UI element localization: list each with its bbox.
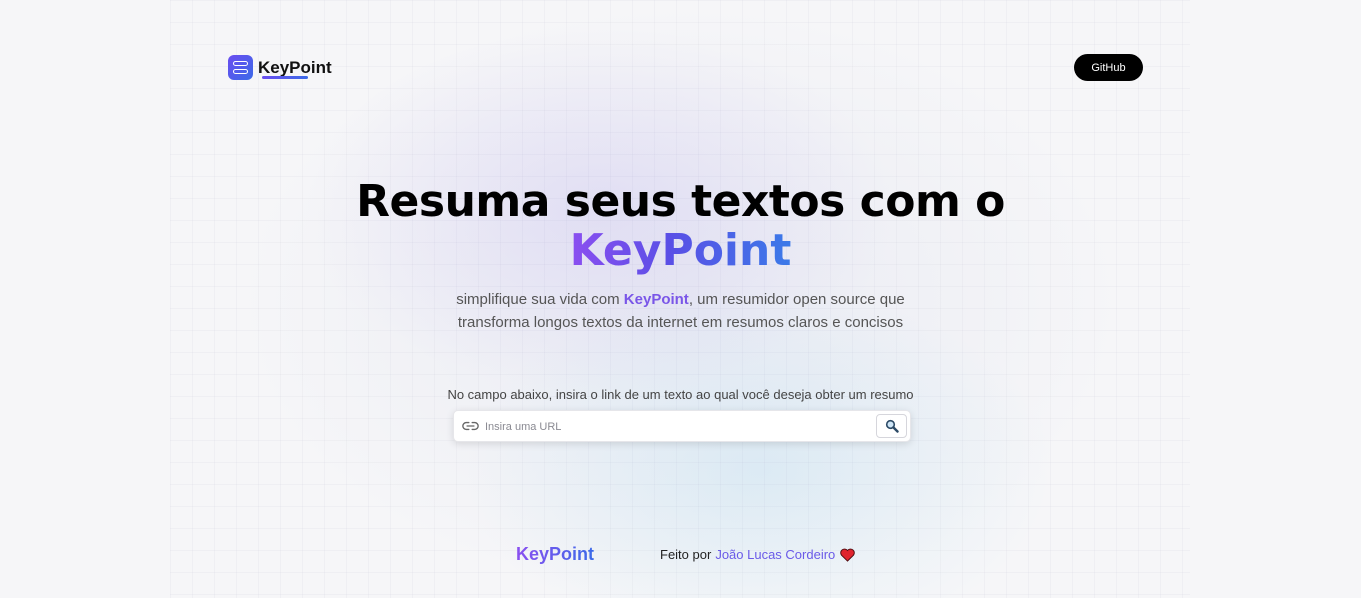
- search-button[interactable]: [876, 414, 907, 438]
- logo-icon: [228, 55, 253, 80]
- footer-credit: Feito por João Lucas Cordeiro: [660, 547, 856, 562]
- search-prompt: No campo abaixo, insira o link de um tex…: [447, 387, 914, 402]
- footer: KeyPoint Feito por João Lucas Cordeiro: [516, 543, 856, 567]
- github-button[interactable]: GitHub: [1074, 54, 1143, 81]
- hero-title-brand: KeyPoint: [569, 225, 792, 276]
- description-line2: transforma longos textos da internet em …: [457, 314, 904, 331]
- credit-prefix: Feito por: [660, 547, 712, 562]
- link-icon: [462, 421, 479, 431]
- description-prefix: simplifique sua vida com: [456, 291, 624, 308]
- url-search-form: [453, 410, 911, 442]
- url-input[interactable]: [485, 416, 865, 437]
- magnifier-icon: [885, 419, 899, 433]
- hero-title: Resuma seus textos com o: [356, 176, 1005, 227]
- description-suffix: , um resumidor open source que: [688, 291, 905, 308]
- footer-brand: KeyPoint: [516, 544, 595, 564]
- hero-section: Resuma seus textos com o KeyPoint simpli…: [0, 178, 1361, 334]
- author-link[interactable]: João Lucas Cordeiro: [715, 547, 835, 562]
- heart-icon: [840, 548, 856, 562]
- description-highlight: KeyPoint: [623, 291, 689, 308]
- logo-text: KeyPoint: [258, 57, 332, 77]
- hero-description: simplifique sua vida com KeyPoint, um re…: [0, 288, 1361, 334]
- logo-underline: [262, 76, 308, 79]
- top-bar: KeyPoint GitHub: [228, 54, 1143, 82]
